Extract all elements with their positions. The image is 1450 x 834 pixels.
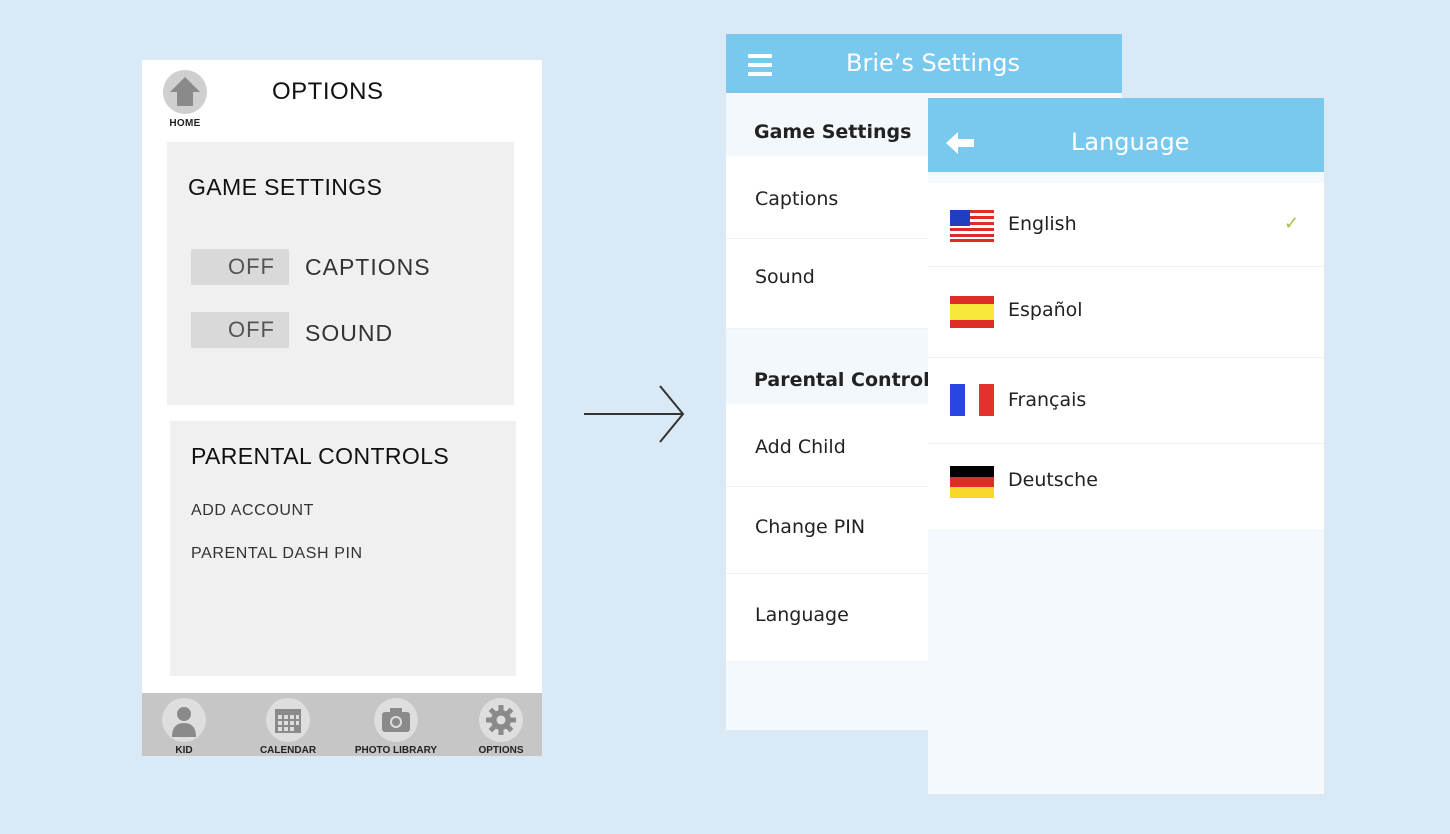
language-option-english-label: English <box>1008 213 1077 235</box>
language-option-francais-label: Français <box>1008 389 1087 411</box>
person-icon <box>162 698 206 742</box>
back-arrow-icon[interactable] <box>946 132 974 154</box>
page-title: OPTIONS <box>272 78 384 105</box>
home-button[interactable]: HOME <box>162 70 208 129</box>
sound-toggle[interactable]: OFF <box>191 312 289 348</box>
nav-photo-library-label: PHOTO LIBRARY <box>354 745 438 756</box>
language-option-espanol[interactable]: Español <box>928 267 1324 358</box>
add-account-link[interactable]: ADD ACCOUNT <box>191 502 314 520</box>
language-option-deutsche[interactable]: Deutsche <box>928 444 1324 531</box>
right-arrow-icon <box>584 385 685 443</box>
parental-dash-pin-link[interactable]: PARENTAL DASH PIN <box>191 545 363 563</box>
sound-toggle-state: OFF <box>228 317 275 342</box>
language-screen: Language English ✓ Español Français Deut… <box>928 98 1324 794</box>
settings-item-sound-label: Sound <box>755 266 815 288</box>
checkmark-icon: ✓ <box>1284 213 1300 234</box>
wireframe-options-screen: HOME OPTIONS GAME SETTINGS OFF CAPTIONS … <box>142 60 542 756</box>
settings-item-add-child-label: Add Child <box>755 436 846 458</box>
language-option-francais[interactable]: Français <box>928 358 1324 444</box>
language-header: Language <box>928 98 1324 172</box>
language-option-espanol-label: Español <box>1008 299 1083 321</box>
nav-calendar-label: CALENDAR <box>259 745 317 756</box>
settings-item-change-pin-label: Change PIN <box>755 516 866 538</box>
home-label: HOME <box>169 118 201 129</box>
nav-options-label: OPTIONS <box>478 745 524 756</box>
language-title: Language <box>1071 128 1190 156</box>
bottom-nav: KID CALENDAR PHOTO LIBRARY OPTIONS <box>142 693 542 756</box>
gear-icon <box>479 698 523 742</box>
parental-controls-heading: PARENTAL CONTROLS <box>191 443 450 469</box>
language-option-deutsche-label: Deutsche <box>1008 469 1098 491</box>
us-flag-icon <box>950 210 994 242</box>
germany-flag-icon <box>950 466 994 498</box>
settings-item-language-label: Language <box>755 604 849 626</box>
camera-icon <box>374 698 418 742</box>
nav-calendar[interactable]: CALENDAR <box>238 698 338 756</box>
nav-kid[interactable]: KID <box>142 698 234 756</box>
nav-kid-label: KID <box>175 745 193 756</box>
hamburger-icon[interactable] <box>748 54 772 76</box>
captions-toggle-state: OFF <box>228 254 275 279</box>
settings-item-captions-label: Captions <box>755 188 839 210</box>
nav-photo-library[interactable]: PHOTO LIBRARY <box>346 698 446 756</box>
settings-title: Brie’s Settings <box>846 49 1020 77</box>
calendar-icon <box>266 698 310 742</box>
parental-controls-panel: PARENTAL CONTROLS ADD ACCOUNT PARENTAL D… <box>170 421 516 676</box>
game-settings-heading: Game Settings <box>754 121 912 143</box>
settings-header: Brie’s Settings <box>726 34 1122 93</box>
language-option-english[interactable]: English ✓ <box>928 183 1324 267</box>
game-settings-heading: GAME SETTINGS <box>188 174 383 200</box>
france-flag-icon <box>950 384 994 416</box>
sound-label: SOUND <box>305 320 394 346</box>
spain-flag-icon <box>950 296 994 328</box>
captions-toggle[interactable]: OFF <box>191 249 289 285</box>
home-icon <box>163 70 207 114</box>
captions-label: CAPTIONS <box>305 254 431 280</box>
parental-controls-heading: Parental Controls <box>754 369 941 391</box>
nav-options[interactable]: OPTIONS <box>451 698 542 756</box>
game-settings-panel: GAME SETTINGS OFF CAPTIONS OFF SOUND <box>167 142 514 405</box>
